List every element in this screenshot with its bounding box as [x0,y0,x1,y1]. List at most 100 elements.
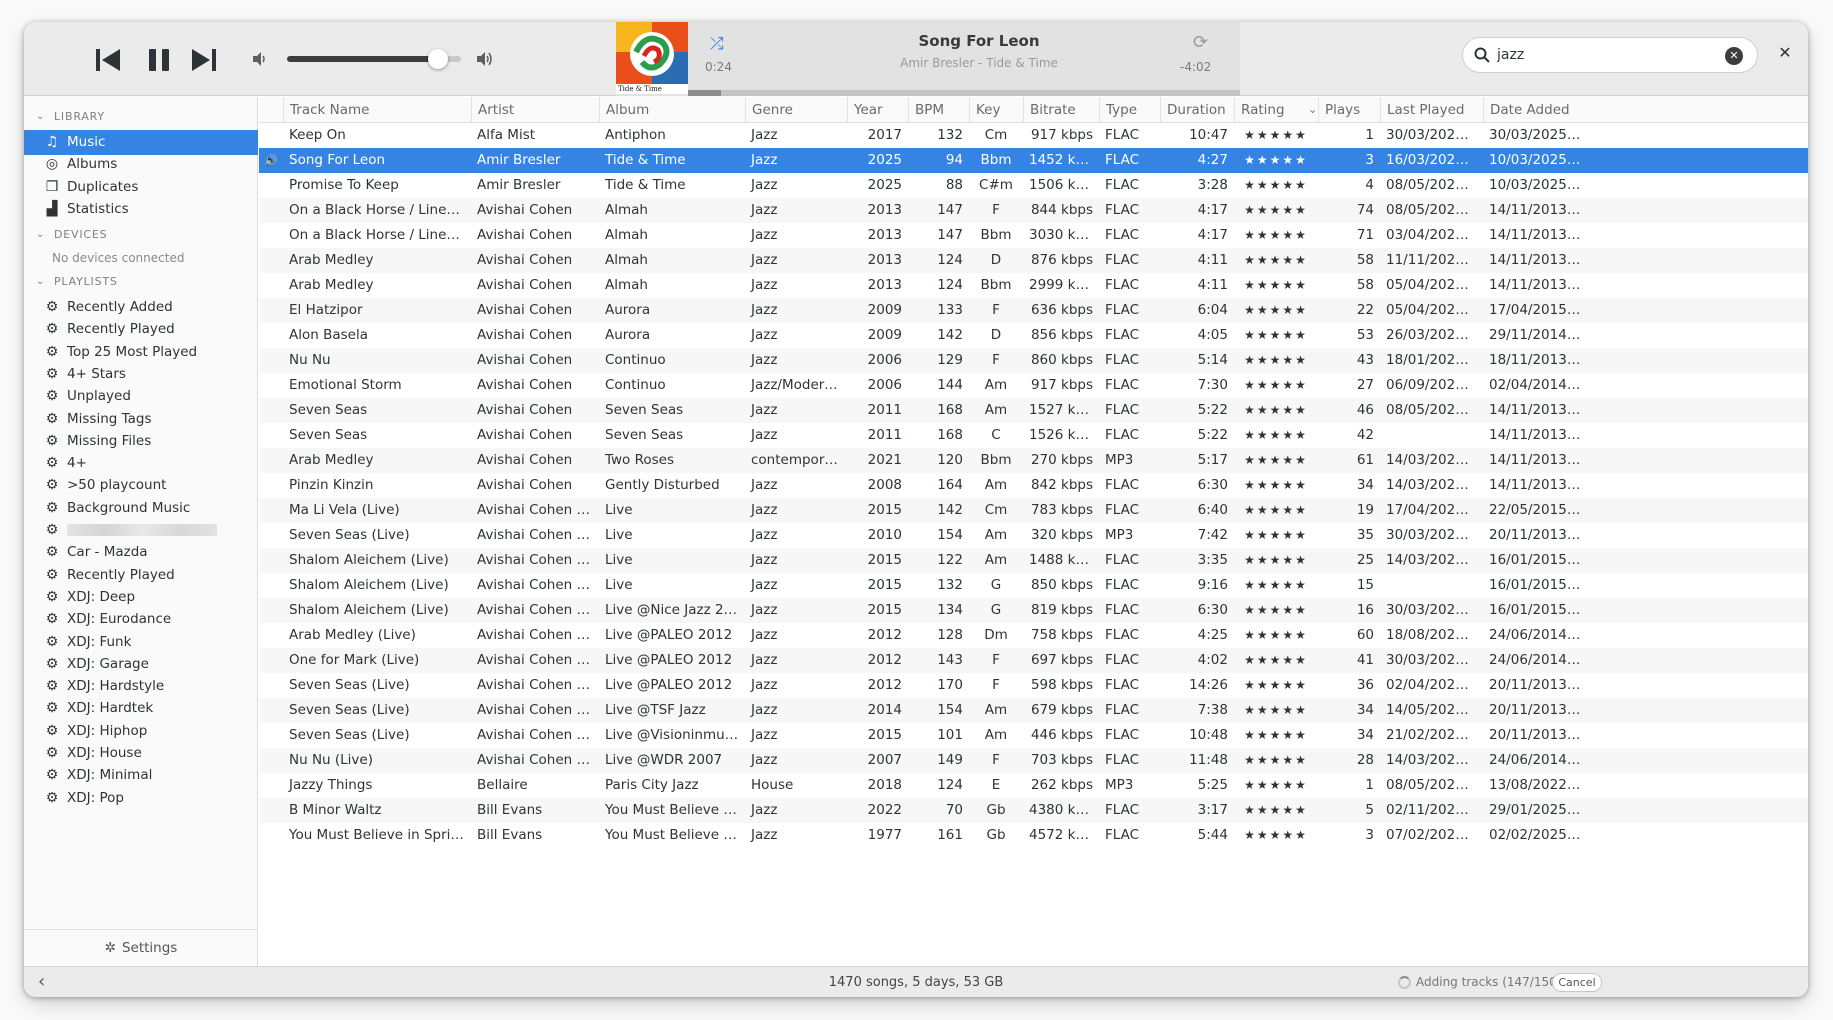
playlist-item[interactable]: ⚙ Recently Played [24,317,258,342]
column-header-rating[interactable]: Rating [1234,97,1318,123]
table-row[interactable]: You Must Believe in Spring Bill Evans You … [259,823,1808,848]
playlist-item[interactable]: ⚙ Missing Files [24,429,258,454]
playlist-item[interactable]: ⚙ XDJ: Minimal [24,763,258,788]
album-cover[interactable]: Tide & Time [616,22,688,94]
column-header-track-name[interactable]: Track Name [283,97,471,123]
sidebar-item-music[interactable]: ♫ Music [24,130,258,155]
search-input[interactable] [1497,44,1717,66]
column-header-key[interactable]: Key [969,97,1023,123]
playlist-item[interactable]: ⚙ Car - Mazda [24,540,258,565]
cell-rating[interactable]: ★★★★★ [1234,273,1318,298]
playlist-item[interactable]: ⚙ 4+ Stars [24,362,258,387]
cell-rating[interactable]: ★★★★★ [1234,523,1318,548]
table-row[interactable]: Seven Seas Avishai Cohen Seven Seas Jazz 201… [259,398,1808,423]
volume-low-icon[interactable] [251,50,273,72]
cell-rating[interactable]: ★★★★★ [1234,373,1318,398]
cell-rating[interactable]: ★★★★★ [1234,448,1318,473]
table-row[interactable]: Pinzin Kinzin Avishai Cohen Gently Disturb… [259,473,1808,498]
playlists-section-header[interactable]: ⌄ PLAYLISTS [24,272,258,292]
cell-rating[interactable]: ★★★★★ [1234,673,1318,698]
column-header-date-added[interactable]: Date Added [1483,97,1587,123]
table-row[interactable]: On a Black Horse / Linearity Avishai Cohe… [259,223,1808,248]
column-header-genre[interactable]: Genre [745,97,847,123]
sidebar-item-albums[interactable]: ◎ Albums [24,152,258,177]
table-row[interactable]: One for Mark (Live) Avishai Cohen Trio Liv… [259,648,1808,673]
table-row[interactable]: B Minor Waltz Bill Evans You Must Believe … [259,798,1808,823]
devices-section-header[interactable]: ⌄ DEVICES [24,225,258,245]
playlist-item[interactable]: ⚙ [24,518,258,543]
table-row[interactable]: 🔊 Song For Leon Amir Bresler Tide & Time Jaz… [259,148,1808,173]
playlist-item[interactable]: ⚙ Missing Tags [24,407,258,432]
table-row[interactable]: Emotional Storm Avishai Cohen Continuo Jazz… [259,373,1808,398]
table-row[interactable]: Seven Seas (Live) Avishai Cohen Trio Live … [259,673,1808,698]
settings-button[interactable]: ✲ Settings [24,929,258,966]
column-header-duration[interactable]: Duration [1160,97,1234,123]
playlist-item[interactable]: ⚙ XDJ: Garage [24,652,258,677]
table-row[interactable]: On a Black Horse / Linearity Avishai Cohe… [259,198,1808,223]
playlist-item[interactable]: ⚙ Recently Played [24,563,258,588]
table-row[interactable]: Arab Medley Avishai Cohen Almah Jazz 2013 124… [259,248,1808,273]
cell-rating[interactable]: ★★★★★ [1234,723,1318,748]
table-row[interactable]: Jazzy Things Bellaire Paris City Jazz House… [259,773,1808,798]
column-header-bpm[interactable]: BPM [908,97,969,123]
volume-slider-knob[interactable] [428,49,449,69]
cell-rating[interactable]: ★★★★★ [1234,473,1318,498]
cell-rating[interactable]: ★★★★★ [1234,773,1318,798]
table-row[interactable]: Seven Seas (Live) Avishai Cohen Trio Live … [259,698,1808,723]
cell-rating[interactable]: ★★★★★ [1234,798,1318,823]
column-header-bitrate[interactable]: Bitrate [1023,97,1099,123]
cell-rating[interactable]: ★★★★★ [1234,648,1318,673]
shuffle-button[interactable]: ⤮ [710,34,724,54]
playlist-item[interactable]: ⚙ XDJ: Funk [24,630,258,655]
sidebar-item-statistics[interactable]: ▟ Statistics [24,197,258,222]
cell-rating[interactable]: ★★★★★ [1234,198,1318,223]
cell-rating[interactable]: ★★★★★ [1234,548,1318,573]
table-row[interactable]: Alon Basela Avishai Cohen Aurora Jazz 2009 14… [259,323,1808,348]
cell-rating[interactable]: ★★★★★ [1234,173,1318,198]
playlist-item[interactable]: ⚙ XDJ: Pop [24,786,258,811]
playback-progress-bar[interactable] [688,90,1240,96]
close-window-button[interactable]: ✕ [1768,36,1802,70]
cell-rating[interactable]: ★★★★★ [1234,348,1318,373]
playlist-item[interactable]: ⚙ Recently Added [24,295,258,320]
cell-rating[interactable]: ★★★★★ [1234,323,1318,348]
cell-rating[interactable]: ★★★★★ [1234,298,1318,323]
cell-rating[interactable]: ★★★★★ [1234,123,1318,148]
column-header-album[interactable]: Album [599,97,745,123]
playlist-item[interactable]: ⚙ >50 playcount [24,473,258,498]
table-row[interactable]: Seven Seas (Live) Avishai Cohen Trio Live … [259,723,1808,748]
volume-slider[interactable] [287,49,461,69]
table-row[interactable]: El Hatzipor Avishai Cohen Aurora Jazz 2009 13… [259,298,1808,323]
playlist-item[interactable]: ⚙ XDJ: House [24,741,258,766]
pause-button[interactable] [139,40,179,80]
previous-button[interactable] [88,40,128,80]
table-row[interactable]: Keep On Alfa Mist Antiphon Jazz 2017 132 Cm 917… [259,123,1808,148]
playlist-item[interactable]: ⚙ XDJ: Hardstyle [24,674,258,699]
cell-rating[interactable]: ★★★★★ [1234,598,1318,623]
table-row[interactable]: Seven Seas (Live) Avishai Cohen Trio Live J… [259,523,1808,548]
playlist-item[interactable]: ⚙ XDJ: Eurodance [24,607,258,632]
volume-high-icon[interactable] [475,50,497,72]
playlist-item[interactable]: ⚙ XDJ: Hiphop [24,719,258,744]
table-row[interactable]: Shalom Aleichem (Live) Avishai Cohen Trio… [259,598,1808,623]
library-section-header[interactable]: ⌄ LIBRARY [24,107,258,127]
sidebar-item-duplicates[interactable]: ❐ Duplicates [24,175,258,200]
table-row[interactable]: Promise To Keep Amir Bresler Tide & Time Ja… [259,173,1808,198]
column-header-artist[interactable]: Artist [471,97,599,123]
repeat-button[interactable]: ⟳ [1193,32,1208,53]
playlist-item[interactable]: ⚙ XDJ: Deep [24,585,258,610]
table-row[interactable]: Arab Medley (Live) Avishai Cohen Trio Live… [259,623,1808,648]
cell-rating[interactable]: ★★★★★ [1234,248,1318,273]
table-row[interactable]: Ma Li Vela (Live) Avishai Cohen Trio Live J… [259,498,1808,523]
table-row[interactable]: Nu Nu Avishai Cohen Continuo Jazz 2006 129 F 86… [259,348,1808,373]
playlist-item[interactable]: ⚙ Unplayed [24,384,258,409]
table-row[interactable]: Shalom Aleichem (Live) Avishai Cohen Trio… [259,548,1808,573]
column-header-type[interactable]: Type [1099,97,1160,123]
cell-rating[interactable]: ★★★★★ [1234,223,1318,248]
clear-search-button[interactable]: ✕ [1725,47,1743,65]
playlist-item[interactable]: ⚙ 4+ [24,451,258,476]
next-button[interactable] [184,40,224,80]
table-row[interactable]: Arab Medley Avishai Cohen Two Roses contemp… [259,448,1808,473]
cell-rating[interactable]: ★★★★★ [1234,573,1318,598]
table-row[interactable]: Arab Medley Avishai Cohen Almah Jazz 2013 124… [259,273,1808,298]
